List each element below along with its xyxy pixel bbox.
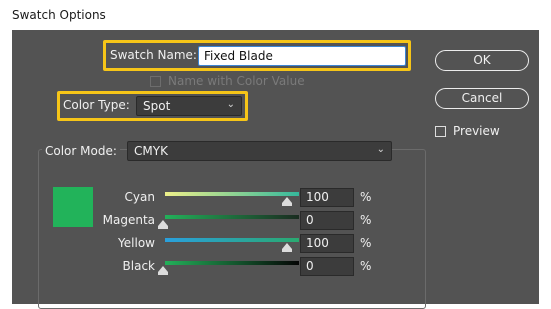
- cancel-button[interactable]: Cancel: [435, 88, 529, 109]
- swatch-name-input[interactable]: Fixed Blade: [198, 46, 406, 66]
- color-type-value: Spot: [143, 99, 171, 113]
- magenta-slider-thumb-icon[interactable]: [158, 220, 168, 229]
- cyan-slider-thumb-icon[interactable]: [282, 197, 292, 206]
- dialog-title: Swatch Options: [12, 8, 106, 22]
- name-with-color-value-checkbox[interactable]: [150, 76, 161, 87]
- color-mode-label: Color Mode:: [42, 144, 120, 158]
- magenta-slider-track[interactable]: [165, 215, 299, 219]
- cyan-percent-label: %: [360, 190, 372, 204]
- black-slider-track[interactable]: [165, 261, 299, 265]
- black-slider-thumb-icon[interactable]: [158, 266, 168, 275]
- black-percent-label: %: [360, 259, 372, 273]
- color-mode-dropdown[interactable]: CMYK ⌄: [127, 141, 392, 161]
- cyan-value-input[interactable]: 100: [300, 188, 354, 207]
- yellow-percent-label: %: [360, 236, 372, 250]
- color-mode-group: [38, 149, 426, 309]
- color-mode-value: CMYK: [134, 144, 168, 158]
- yellow-slider-thumb-icon[interactable]: [282, 243, 292, 252]
- yellow-slider-track[interactable]: [165, 238, 299, 242]
- magenta-percent-label: %: [360, 213, 372, 227]
- yellow-label: Yellow: [118, 236, 155, 250]
- magenta-label: Magenta: [102, 213, 155, 227]
- magenta-value-input[interactable]: 0: [300, 211, 354, 230]
- swatch-name-label: Swatch Name:: [110, 48, 197, 62]
- color-type-label: Color Type:: [63, 98, 130, 112]
- black-label: Black: [122, 259, 155, 273]
- name-with-color-value-label: Name with Color Value: [168, 74, 305, 88]
- chevron-down-icon: ⌄: [226, 99, 235, 110]
- preview-label: Preview: [453, 124, 500, 138]
- cyan-slider-track[interactable]: [165, 192, 299, 196]
- swatch-options-dialog: Swatch Name: Fixed Blade Name with Color…: [12, 30, 539, 309]
- yellow-value-input[interactable]: 100: [300, 234, 354, 253]
- color-type-dropdown[interactable]: Spot ⌄: [136, 96, 242, 116]
- chevron-down-icon: ⌄: [376, 144, 385, 155]
- ok-button[interactable]: OK: [435, 50, 529, 71]
- black-value-input[interactable]: 0: [300, 257, 354, 276]
- cyan-label: Cyan: [124, 190, 155, 204]
- preview-checkbox[interactable]: [435, 126, 446, 137]
